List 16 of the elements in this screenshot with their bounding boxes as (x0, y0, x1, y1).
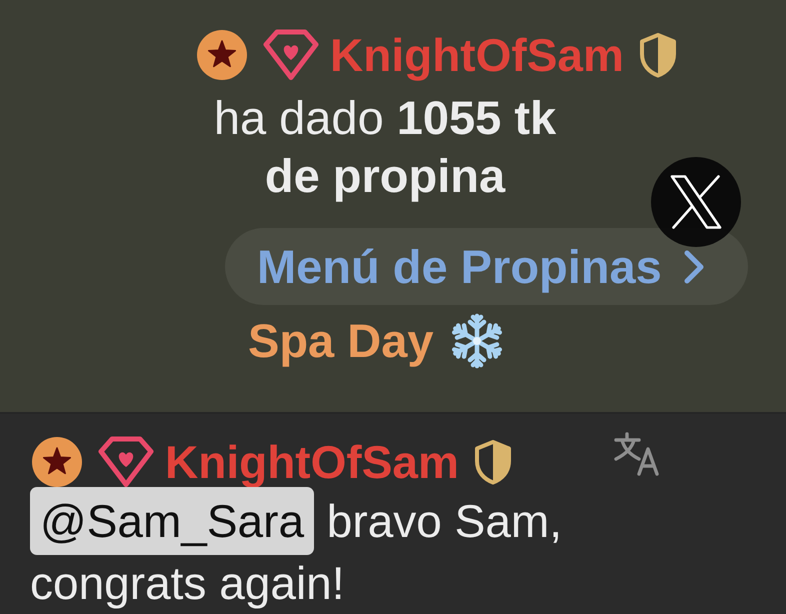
username-link[interactable]: KnightOfSam (330, 29, 624, 81)
tip-menu-button[interactable]: Menú de Propinas (225, 228, 748, 305)
chevron-right-icon (682, 248, 706, 284)
x-icon (670, 175, 722, 229)
shield-icon (638, 32, 678, 78)
tip-item-label: Spa Day (248, 313, 434, 369)
shield-icon (472, 439, 513, 485)
chat-message-text: @Sam_Sara bravo Sam, congrats again! (30, 490, 670, 614)
tip-message: ha dado 1055 tk de propina (212, 90, 558, 204)
user-mention[interactable]: @Sam_Sara (30, 487, 314, 555)
translate-icon[interactable] (612, 432, 661, 476)
username-link[interactable]: KnightOfSam (165, 436, 459, 488)
star-badge-icon (32, 437, 82, 487)
gem-heart-icon (98, 436, 154, 488)
star-badge-icon (197, 30, 247, 80)
gem-heart-icon (263, 29, 319, 81)
